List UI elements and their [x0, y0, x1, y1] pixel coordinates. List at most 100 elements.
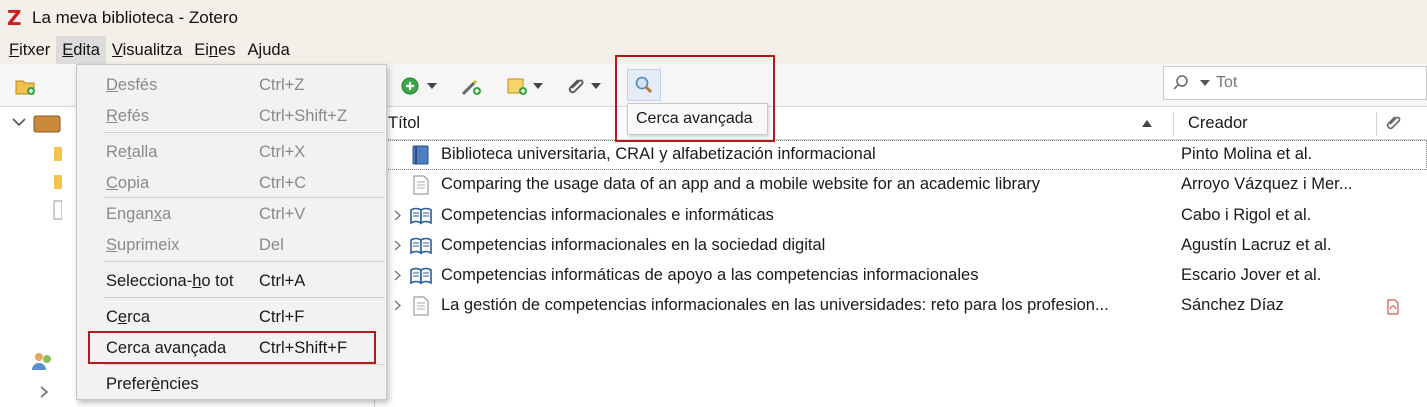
menu-separator: [103, 261, 385, 262]
menu-fitxer[interactable]: Fitxer: [3, 36, 56, 64]
column-header-title[interactable]: Títol: [388, 114, 420, 133]
zotero-logo-icon: Z: [7, 6, 22, 30]
menu-item-shortcut: Ctrl+F: [259, 308, 305, 326]
paperclip-icon: [568, 79, 584, 94]
menu-item-label: Refés: [106, 107, 150, 125]
new-collection-button[interactable]: [14, 72, 36, 100]
menu-item-label: Preferències: [106, 375, 199, 393]
menu-ajuda[interactable]: Ajuda: [242, 36, 296, 64]
book-icon: [410, 145, 432, 165]
open-book-icon: [410, 266, 432, 286]
document-icon: [410, 175, 432, 195]
menu-separator: [103, 197, 385, 198]
menu-item-shortcut: Ctrl+V: [259, 205, 306, 223]
menu-item-delete[interactable]: Suprimeix Del: [77, 230, 386, 260]
table-row[interactable]: Competencias informacionales en la socie…: [376, 231, 1427, 261]
item-title: Competencias informacionales en la socie…: [441, 235, 826, 254]
table-row[interactable]: Competencias informacionales e informáti…: [376, 201, 1427, 231]
menu-item-select-all[interactable]: Selecciona-ho tot Ctrl+A: [77, 266, 386, 296]
chevron-down-icon[interactable]: [12, 117, 26, 127]
table-row[interactable]: Competencias informáticas de apoyo a las…: [376, 261, 1427, 291]
chevron-right-icon[interactable]: [394, 270, 401, 281]
menu-edita[interactable]: Edita: [56, 36, 106, 64]
item-title: Comparing the usage data of an app and a…: [441, 175, 1040, 194]
chevron-down-icon: [533, 83, 543, 89]
paperclip-icon[interactable]: [1382, 114, 1402, 134]
chevron-right-icon[interactable]: [38, 385, 50, 399]
title-bar: Z La meva biblioteca - Zotero: [0, 0, 1427, 36]
menu-item-shortcut: Ctrl+Shift+Z: [259, 107, 348, 125]
items-list: Biblioteca universitaria, CRAI y alfabet…: [376, 140, 1427, 322]
table-row[interactable]: Comparing the usage data of an app and a…: [376, 170, 1427, 200]
item-title: Biblioteca universitaria, CRAI y alfabet…: [441, 145, 876, 163]
quick-search-input[interactable]: Tot: [1163, 66, 1427, 100]
chevron-down-icon: [591, 83, 601, 89]
menu-item-label: Selecciona-ho tot: [106, 272, 234, 290]
menu-eines[interactable]: Eines: [188, 36, 241, 64]
menu-item-shortcut: Ctrl+X: [259, 143, 306, 161]
search-icon: [1173, 75, 1188, 90]
menu-item-paste[interactable]: Enganxa Ctrl+V: [77, 199, 386, 229]
menu-item-label: Copia: [106, 174, 150, 192]
add-attachment-button[interactable]: [564, 72, 601, 100]
column-divider[interactable]: [1376, 112, 1377, 136]
menu-separator: [103, 364, 385, 365]
item-creator: Arroyo Vázquez i Mer...: [1181, 175, 1353, 194]
new-note-button[interactable]: [506, 72, 543, 100]
column-header-creator[interactable]: Creador: [1188, 114, 1248, 133]
open-book-icon: [410, 236, 432, 256]
item-creator: Agustín Lacruz et al.: [1181, 235, 1332, 254]
note-icon: [507, 78, 527, 95]
item-creator: Escario Jover et al.: [1181, 266, 1322, 285]
menu-item-copy[interactable]: Copia Ctrl+C: [77, 168, 386, 198]
new-folder-icon: [15, 80, 35, 95]
chevron-right-icon[interactable]: [394, 240, 401, 251]
magic-wand-icon: [461, 79, 481, 96]
chevron-down-icon: [427, 83, 437, 89]
menu-separator: [103, 297, 385, 298]
item-creator: Cabo i Rigol et al.: [1181, 205, 1312, 224]
menu-item-undo[interactable]: Desfés Ctrl+Z: [77, 70, 386, 100]
new-item-button[interactable]: [400, 72, 437, 100]
menu-item-label: Retalla: [106, 143, 158, 161]
sort-ascending-icon: [1142, 120, 1152, 127]
menu-item-label: Cerca: [106, 308, 151, 326]
folder-icon: [54, 147, 62, 161]
document-icon: [53, 200, 62, 220]
item-title: La gestión de competencias informacional…: [441, 296, 1109, 315]
menu-item-redo[interactable]: Refés Ctrl+Shift+Z: [77, 101, 386, 131]
table-row[interactable]: La gestión de competencias informacional…: [376, 291, 1427, 321]
menu-visualitza[interactable]: Visualitza: [106, 36, 188, 64]
chevron-right-icon[interactable]: [394, 210, 401, 221]
table-row[interactable]: Biblioteca universitaria, CRAI y alfabet…: [376, 140, 1427, 171]
window-title: La meva biblioteca - Zotero: [32, 8, 238, 27]
menu-item-shortcut: Ctrl+A: [259, 272, 306, 290]
items-list-header: Títol Creador: [376, 108, 1427, 140]
menu-item-label: Enganxa: [106, 205, 172, 223]
library-icon: [33, 115, 61, 133]
search-mode-chevron-icon[interactable]: [1200, 80, 1210, 86]
menu-item-shortcut: Del: [259, 236, 284, 254]
menu-item-label: Desfés: [106, 76, 158, 94]
item-title: Competencias informacionales e informáti…: [441, 205, 774, 224]
open-book-icon: [410, 206, 432, 226]
menu-item-find[interactable]: Cerca Ctrl+F: [77, 302, 386, 332]
group-users-icon: [32, 353, 51, 370]
menu-item-cut[interactable]: Retalla Ctrl+X: [77, 137, 386, 167]
menu-item-preferences[interactable]: Preferències: [77, 369, 386, 399]
add-by-identifier-button[interactable]: [460, 72, 482, 100]
advanced-search-tooltip: Cerca avançada: [627, 103, 768, 135]
chevron-right-icon[interactable]: [394, 300, 401, 312]
add-circle-icon: [401, 77, 419, 95]
menu-item-shortcut: Ctrl+Z: [259, 76, 305, 94]
menu-item-label: Suprimeix: [106, 236, 180, 254]
folder-icon: [54, 175, 62, 189]
search-placeholder: Tot: [1216, 74, 1238, 91]
pdf-attachment-icon[interactable]: [1386, 299, 1400, 320]
item-creator: Sánchez Díaz: [1181, 296, 1284, 315]
column-divider[interactable]: [1173, 112, 1174, 136]
document-icon: [410, 296, 432, 316]
menu-separator: [103, 132, 385, 133]
item-creator: Pinto Molina et al.: [1181, 145, 1313, 163]
item-title: Competencias informáticas de apoyo a las…: [441, 266, 979, 285]
